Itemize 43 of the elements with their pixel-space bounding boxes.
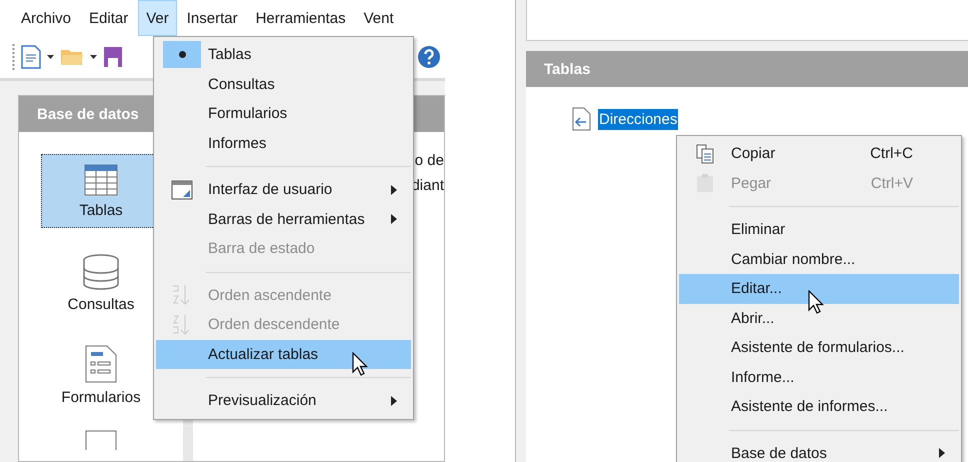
- menu-item[interactable]: Base de datos: [679, 438, 959, 462]
- menu-bar-item[interactable]: Vent: [356, 0, 402, 36]
- menu-item[interactable]: Actualizar tablas: [156, 340, 411, 369]
- form-document-icon: [85, 344, 117, 382]
- menu-item[interactable]: Cambiar nombre...: [679, 244, 959, 274]
- clipboard-icon: [696, 173, 714, 194]
- caret-icon: [47, 55, 54, 59]
- tree-item[interactable]: Direcciones: [598, 108, 678, 130]
- menu-bar-item[interactable]: Herramientas: [248, 0, 354, 36]
- menu-item[interactable]: Informe...: [679, 362, 959, 392]
- menu-bar-item[interactable]: Archivo: [13, 0, 80, 36]
- menu-item[interactable]: Asistente de informes...: [679, 392, 959, 422]
- menu-bar-item[interactable]: Insertar: [178, 0, 246, 36]
- help-icon: [417, 45, 441, 69]
- folder-icon: [60, 47, 84, 67]
- menu-item[interactable]: Formularios: [156, 99, 411, 128]
- panel-header: Tablas: [526, 51, 968, 87]
- menu-item[interactable]: Tablas: [156, 40, 411, 70]
- table-icon: [84, 164, 118, 196]
- menu-bar-item[interactable]: Editar: [81, 0, 136, 36]
- menu-bar-item[interactable]: Ver: [138, 0, 177, 36]
- radio-bullet-icon: [178, 51, 186, 58]
- copy-icon: [696, 144, 714, 164]
- menu-item[interactable]: Consultas: [156, 70, 411, 99]
- menu-item[interactable]: Eliminar: [679, 215, 959, 244]
- menu-item[interactable]: Copiar Ctrl+C: [679, 139, 959, 168]
- caret-icon: [90, 55, 97, 59]
- submenu-arrow-icon: [939, 448, 945, 458]
- menu-item[interactable]: Asistente de formularios...: [679, 333, 959, 362]
- window-panel-icon: [171, 180, 193, 200]
- report-icon: [85, 430, 117, 450]
- submenu-arrow-icon: [391, 214, 397, 224]
- table-link-icon: [572, 107, 592, 131]
- menu-item[interactable]: Abrir...: [679, 304, 959, 333]
- description-text: o de: [414, 152, 444, 169]
- menu-item[interactable]: Editar...: [679, 274, 959, 304]
- submenu-arrow-icon: [391, 396, 397, 406]
- database-icon: [82, 254, 120, 290]
- mouse-pointer-icon: [352, 352, 369, 377]
- mouse-pointer-icon: [808, 290, 825, 315]
- toolbar-grip-icon: [12, 44, 15, 70]
- submenu-arrow-icon: [391, 184, 397, 195]
- new-document-icon: [21, 45, 41, 69]
